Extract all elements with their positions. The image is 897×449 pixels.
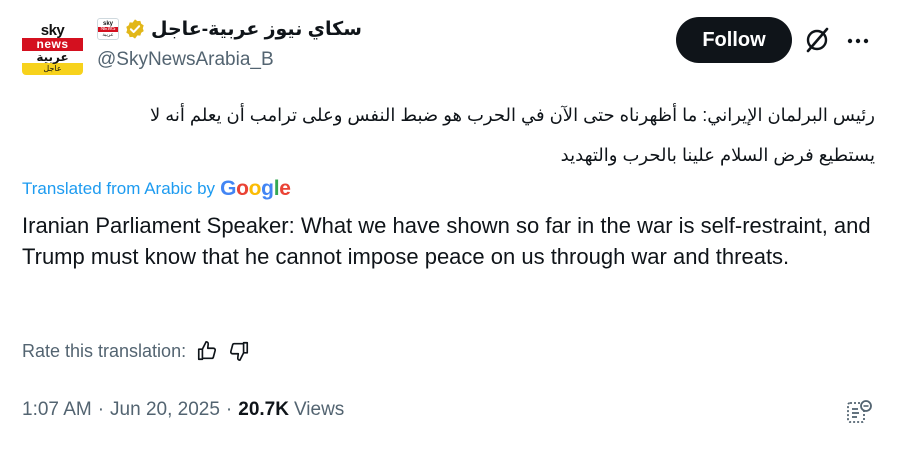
rate-translation-row: Rate this translation: xyxy=(22,340,250,362)
translated-from-row[interactable]: Translated from Arabic by Google xyxy=(22,177,291,201)
translated-post-text: Iranian Parliament Speaker: What we have… xyxy=(22,213,871,269)
google-logo: Google xyxy=(220,177,291,200)
verified-badge-icon[interactable] xyxy=(124,18,146,40)
meta-separator: · xyxy=(225,399,233,420)
author-display-name[interactable]: سكاي نيوز عربية-عاجل xyxy=(151,18,362,41)
author-name-row: sky NEWS عربية سكاي نيوز عربية-عاجل xyxy=(97,15,362,43)
thumbs-up-icon[interactable] xyxy=(196,340,218,362)
analytics-icon[interactable] xyxy=(845,398,873,426)
affiliate-badge-icon[interactable]: sky NEWS عربية xyxy=(97,18,119,40)
avatar[interactable]: sky news عربية عاجل xyxy=(22,14,83,75)
post-time[interactable]: 1:07 AM xyxy=(22,399,92,421)
rate-translation-label: Rate this translation: xyxy=(22,340,187,361)
author-handle[interactable]: @SkyNewsArabia_B xyxy=(97,49,274,71)
original-text-line-1: رئيس البرلمان الإيراني: ما أظهرناه حتى ا… xyxy=(149,105,875,125)
post-date[interactable]: Jun 20, 2025 xyxy=(110,399,220,421)
avatar-arabia-text: عربية xyxy=(22,51,83,63)
grok-icon[interactable] xyxy=(803,26,831,54)
views-count: 20.7K xyxy=(238,399,289,420)
avatar-urgent-text: عاجل xyxy=(22,63,83,75)
meta-separator: · xyxy=(97,399,105,420)
thumbs-down-icon[interactable] xyxy=(228,340,250,362)
follow-button[interactable]: Follow xyxy=(676,17,792,63)
translated-from-label[interactable]: Translated from Arabic by xyxy=(22,179,215,199)
avatar-sky-text: sky xyxy=(40,22,65,39)
original-text-line-2: يستطيع فرض السلام علينا بالحرب والتهديد xyxy=(560,145,875,165)
views-label: Views xyxy=(293,399,345,420)
post-meta-row: 1:07 AM · Jun 20, 2025 · 20.7K Views xyxy=(22,399,344,421)
more-icon[interactable] xyxy=(846,36,870,46)
